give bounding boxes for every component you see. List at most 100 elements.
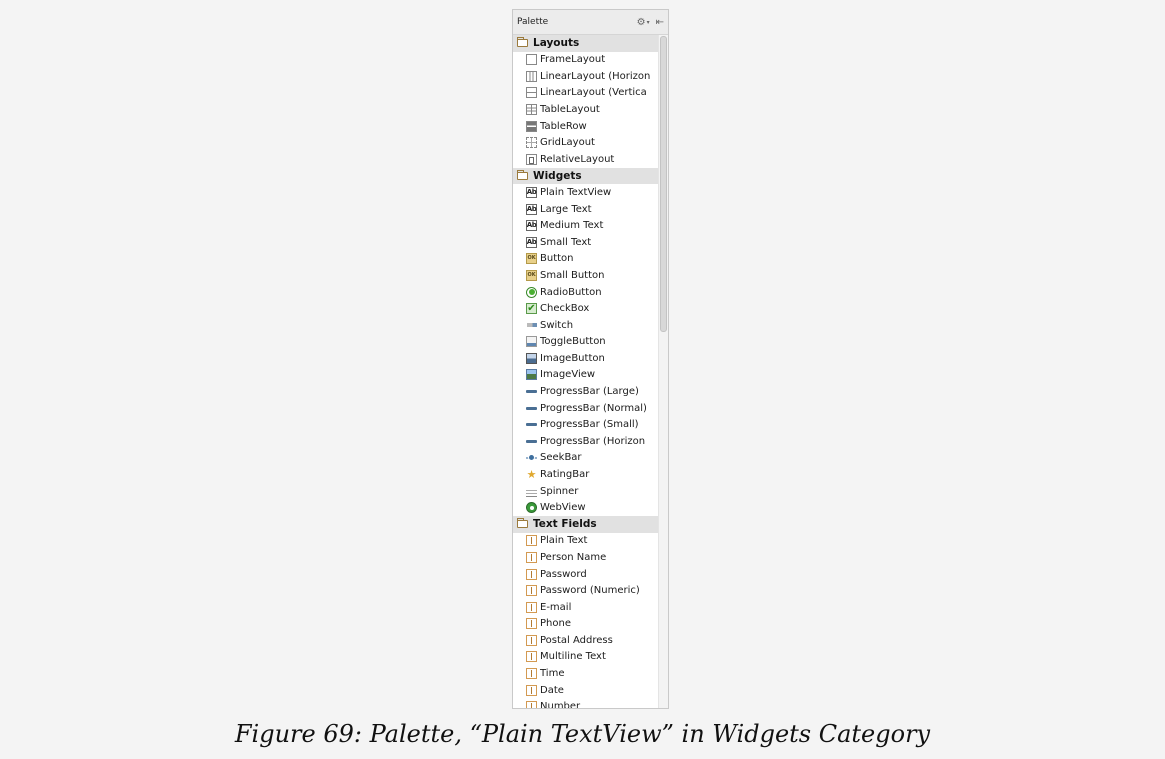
palette-item[interactable]: ★ RatingBar [513,466,658,483]
palette-item[interactable]: ToggleButton [513,334,658,351]
settings-gear-icon[interactable]: ⚙ ▾ [637,17,650,28]
table-layout-icon [526,104,537,116]
palette-item-label: LinearLayout (Horizon [540,70,651,82]
palette-item[interactable]: Spinner [513,483,658,500]
palette-item[interactable]: ImageView [513,367,658,384]
progress-bar-icon [526,386,537,397]
palette-item-label: E-mail [540,601,572,613]
palette-item[interactable]: Date [513,682,658,699]
palette-item[interactable]: Ab Medium Text [513,217,658,234]
palette-item[interactable]: LinearLayout (Vertica [513,85,658,102]
switch-icon [526,320,537,331]
palette-item[interactable]: OK Small Button [513,267,658,284]
palette-item[interactable]: Phone [513,616,658,633]
palette-item[interactable]: Switch [513,317,658,334]
palette-item[interactable]: RadioButton [513,284,658,301]
palette-item[interactable]: OK Button [513,251,658,268]
palette-item[interactable]: Number [513,698,658,709]
palette-item-label: FrameLayout [540,54,606,66]
palette-item-label: Small Button [540,269,605,281]
folder-icon [517,518,528,529]
table-row-icon [526,120,537,132]
category-text-fields[interactable]: Text Fields [513,516,658,533]
palette-item[interactable]: ProgressBar (Small) [513,416,658,433]
palette-item[interactable]: TableLayout [513,101,658,118]
scrollbar-thumb[interactable] [660,36,667,332]
palette-item[interactable]: Time [513,665,658,682]
button-icon: OK [526,269,537,281]
palette-item[interactable]: SeekBar [513,450,658,467]
palette-item-label: Medium Text [540,220,604,232]
palette-item[interactable]: ProgressBar (Normal) [513,400,658,417]
text-field-icon [526,601,537,613]
palette-item[interactable]: Multiline Text [513,649,658,666]
palette-item[interactable]: Ab Large Text [513,201,658,218]
linear-layout-vertical-icon [526,87,537,99]
palette-item[interactable]: Plain Text [513,533,658,550]
palette-item-label: GridLayout [540,137,595,149]
frame-layout-icon [526,54,537,66]
palette-item[interactable]: Postal Address [513,632,658,649]
text-field-icon [526,668,537,680]
category-label: Text Fields [533,518,597,531]
progress-bar-icon [526,419,537,430]
text-field-icon [526,701,537,708]
progress-bar-icon [526,403,537,414]
webview-icon [526,502,537,514]
linear-layout-horizontal-icon [526,70,537,82]
palette-item-label: RadioButton [540,286,602,298]
palette-item[interactable]: GridLayout [513,134,658,151]
palette-item[interactable]: LinearLayout (Horizon [513,68,658,85]
palette-item-label: Button [540,253,574,265]
checkbox-icon: ✔ [526,302,537,315]
text-field-icon [526,551,537,563]
palette-item[interactable]: E-mail [513,599,658,616]
palette-item-label: Time [540,668,565,680]
category-widgets[interactable]: Widgets [513,167,658,185]
palette-item-label: Person Name [540,551,607,563]
text-field-icon [526,618,537,630]
vertical-scrollbar[interactable] [658,35,668,708]
palette-panel: Palette ⚙ ▾ ⇤ Layouts FrameLayout LinearLay… [512,9,669,709]
palette-item-label: Number [540,701,581,709]
palette-item[interactable]: Person Name [513,549,658,566]
image-button-icon [526,352,537,364]
radio-button-icon [526,286,537,298]
palette-title: Palette [517,17,549,27]
textview-icon: Ab [526,236,537,248]
palette-item[interactable]: Ab Plain TextView [513,184,658,201]
textview-icon: Ab [526,186,537,198]
palette-item[interactable]: Ab Small Text [513,234,658,251]
palette-item[interactable]: Password (Numeric) [513,582,658,599]
palette-item[interactable]: ProgressBar (Horizon [513,433,658,450]
folder-icon [517,169,528,180]
palette-item-label: TableRow [540,120,587,132]
palette-item[interactable]: FrameLayout [513,52,658,69]
category-label: Layouts [533,37,580,50]
rating-bar-icon: ★ [526,468,537,482]
relative-layout-icon [526,153,537,165]
palette-item[interactable]: Password [513,566,658,583]
palette-item-label: LinearLayout (Vertica [540,87,647,99]
grid-layout-icon [526,137,537,149]
palette-item-label: Small Text [540,236,592,248]
palette-item-label: Phone [540,618,571,630]
figure-caption: Figure 69: Palette, “Plain TextView” in … [234,720,931,748]
palette-item[interactable]: RelativeLayout [513,151,658,168]
palette-item-label: ProgressBar (Normal) [540,402,647,414]
palette-item[interactable]: ProgressBar (Large) [513,383,658,400]
palette-item[interactable]: TableRow [513,118,658,135]
palette-item-label: ProgressBar (Large) [540,386,639,398]
palette-item-label: ImageButton [540,352,605,364]
progress-bar-icon [526,436,537,447]
palette-item-label: Switch [540,319,574,331]
palette-item[interactable]: ✔ CheckBox [513,300,658,317]
palette-item-label: ProgressBar (Horizon [540,435,646,447]
text-field-icon [526,651,537,663]
hide-panel-icon[interactable]: ⇤ [656,17,664,28]
textview-icon: Ab [526,220,537,232]
palette-item[interactable]: WebView [513,499,658,516]
palette-item[interactable]: ImageButton [513,350,658,367]
category-layouts[interactable]: Layouts [513,35,658,52]
palette-item-label: WebView [540,502,586,514]
